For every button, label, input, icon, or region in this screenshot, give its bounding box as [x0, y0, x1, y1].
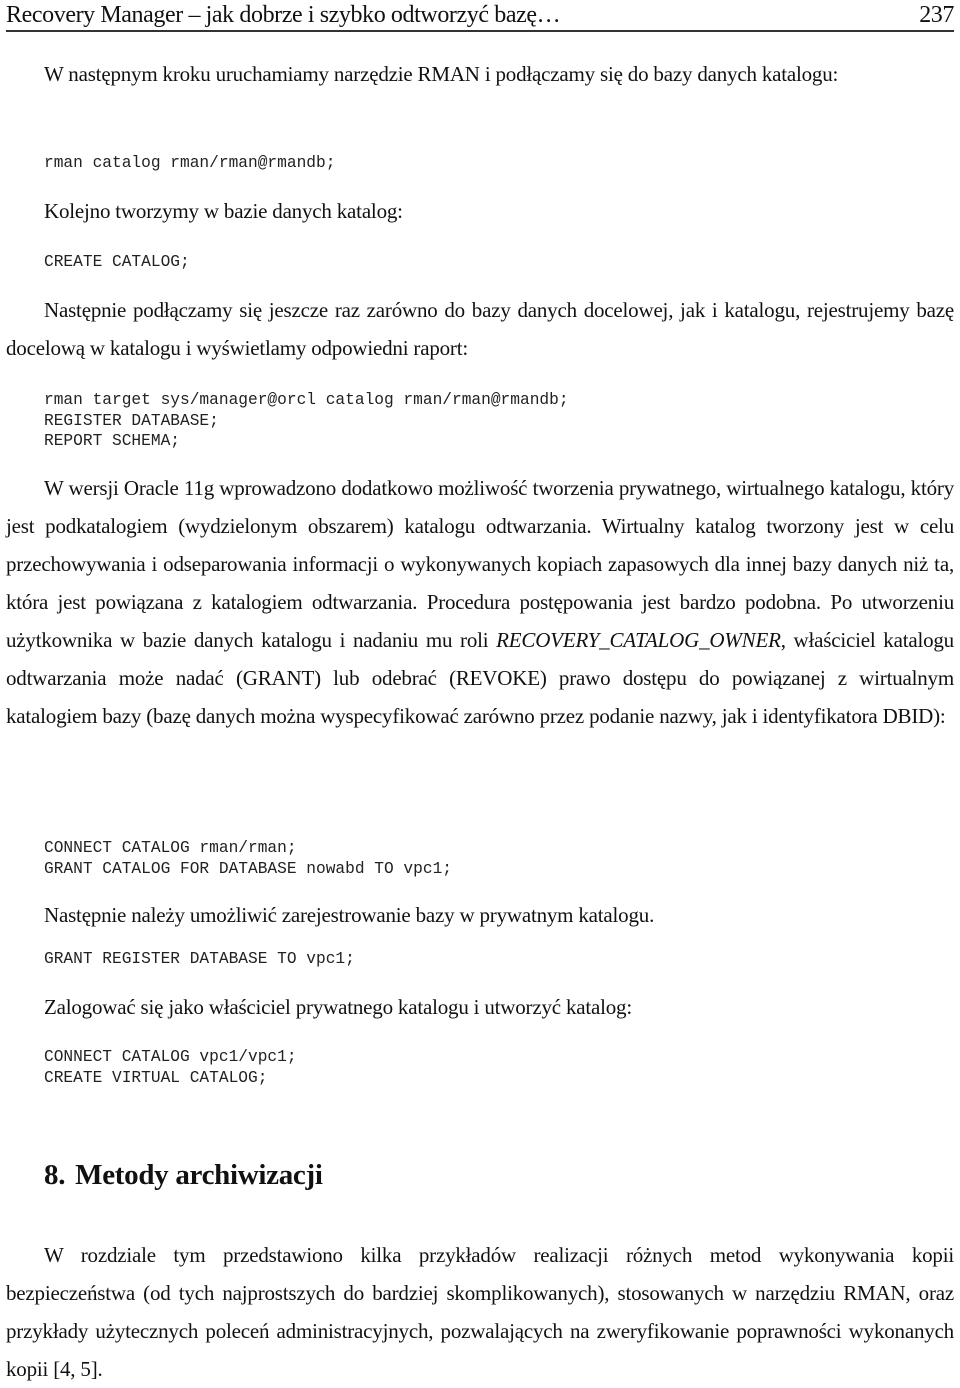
paragraph-1-text: W następnym kroku uruchamiamy narzędzie …: [44, 62, 839, 86]
paragraph-1: W następnym kroku uruchamiamy narzędzie …: [6, 55, 954, 93]
code-line: rman target sys/manager@orcl catalog rma…: [44, 391, 569, 409]
section-title: Metody archiwizacji: [75, 1159, 323, 1191]
code-line: CREATE VIRTUAL CATALOG;: [44, 1068, 268, 1087]
code-line: CREATE CATALOG;: [44, 253, 190, 271]
paragraph-4: W wersji Oracle 11g wprowadzono dodatkow…: [6, 469, 954, 735]
paragraph-5: Następnie należy umożliwić zarejestrowan…: [44, 903, 655, 927]
code-line: GRANT CATALOG FOR DATABASE nowabd TO vpc…: [44, 859, 452, 878]
code-line: REPORT SCHEMA;: [44, 432, 180, 450]
code-line: REGISTER DATABASE;: [44, 411, 219, 430]
document-page: Recovery Manager – jak dobrze i szybko o…: [0, 0, 960, 1384]
role-name: RECOVERY_CATALOG_OWNER: [496, 628, 781, 652]
paragraph-4-part-1: W wersji Oracle 11g wprowadzono dodatkow…: [6, 476, 954, 652]
code-line: rman catalog rman/rman@rmandb;: [44, 154, 336, 172]
section-number: 8.: [44, 1159, 66, 1191]
paragraph-4-text: W wersji Oracle 11g wprowadzono dodatkow…: [6, 469, 954, 735]
code-block-5: GRANT REGISTER DATABASE TO vpc1;: [44, 949, 355, 970]
code-line: CONNECT CATALOG vpc1/vpc1;: [44, 1048, 297, 1066]
section-heading: 8. Metody archiwizacji: [44, 1156, 323, 1194]
running-header: Recovery Manager – jak dobrze i szybko o…: [6, 0, 954, 32]
paragraph-3: Następnie podłączamy się jeszcze raz zar…: [6, 291, 954, 367]
paragraph-7: W rozdziale tym przedstawiono kilka przy…: [6, 1236, 954, 1388]
paragraph-2: Kolejno tworzymy w bazie danych katalog:: [44, 199, 403, 223]
paragraph-6: Zalogować się jako właściciel prywatnego…: [44, 995, 632, 1019]
code-block-2: CREATE CATALOG;: [44, 252, 190, 273]
page-number: 237: [919, 2, 954, 28]
code-block-6: CONNECT CATALOG vpc1/vpc1; CREATE VIRTUAL…: [44, 1047, 297, 1088]
paragraph-7-text: W rozdziale tym przedstawiono kilka przy…: [6, 1243, 954, 1381]
header-title: Recovery Manager – jak dobrze i szybko o…: [6, 2, 561, 28]
paragraph-3-text: Następnie podłączamy się jeszcze raz zar…: [6, 298, 954, 360]
code-block-3: rman target sys/manager@orcl catalog rma…: [44, 390, 569, 452]
code-line: GRANT REGISTER DATABASE TO vpc1;: [44, 950, 355, 968]
code-line: CONNECT CATALOG rman/rman;: [44, 839, 297, 857]
code-block-1: rman catalog rman/rman@rmandb;: [44, 153, 335, 174]
code-block-4: CONNECT CATALOG rman/rman; GRANT CATALOG …: [44, 838, 452, 879]
